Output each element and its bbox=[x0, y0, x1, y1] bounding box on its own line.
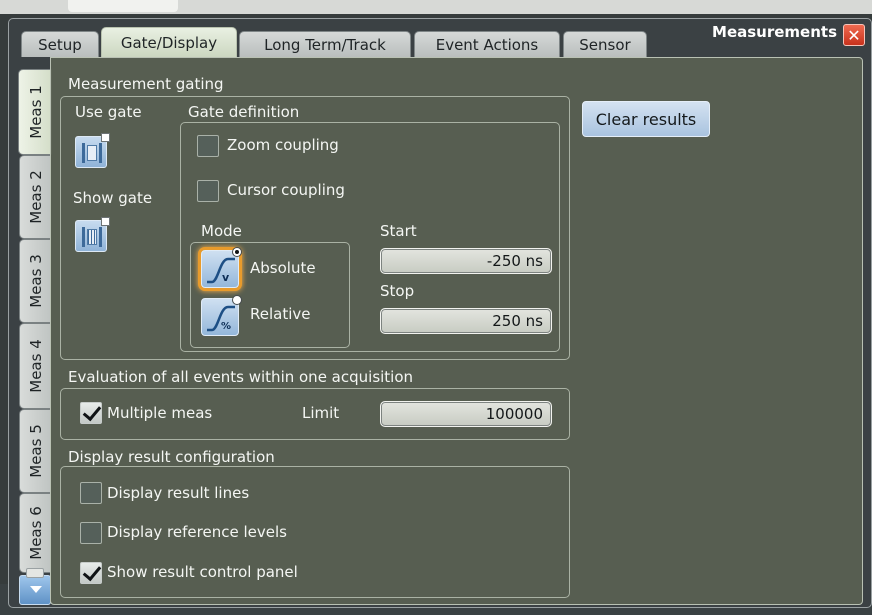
radio-indicator bbox=[232, 247, 242, 257]
show-gate-icon[interactable] bbox=[75, 217, 110, 252]
tab-long-term-track[interactable]: Long Term/Track bbox=[239, 31, 411, 57]
svg-text:v: v bbox=[222, 271, 230, 284]
display-result-lines-checkbox[interactable] bbox=[80, 482, 102, 504]
show-result-control-panel-label: Show result control panel bbox=[107, 563, 298, 581]
side-tab-label: Meas 3 bbox=[26, 254, 45, 308]
clear-results-button[interactable]: Clear results bbox=[582, 101, 710, 137]
limit-label: Limit bbox=[302, 404, 340, 422]
relative-mode-button[interactable]: % bbox=[201, 295, 242, 336]
gate-toggle-icon[interactable] bbox=[75, 133, 110, 168]
side-tab-label: Meas 2 bbox=[26, 170, 45, 224]
zoom-coupling-checkbox[interactable] bbox=[197, 135, 219, 157]
chevron-down-icon bbox=[30, 586, 42, 593]
show-gate-label: Show gate bbox=[73, 189, 153, 207]
toggle-indicator bbox=[101, 217, 110, 226]
side-tab-label: Meas 5 bbox=[26, 424, 45, 478]
tab-gate-display[interactable]: Gate/Display bbox=[101, 27, 237, 58]
close-icon[interactable]: ✕ bbox=[843, 24, 865, 46]
absolute-mode-button[interactable]: v bbox=[201, 247, 242, 288]
gate-line-icon bbox=[99, 227, 102, 247]
side-tab-label: Meas 6 bbox=[26, 506, 45, 560]
cursor-coupling-checkbox[interactable] bbox=[197, 180, 219, 202]
tab-setup[interactable]: Setup bbox=[21, 31, 99, 57]
gate-line-icon bbox=[82, 143, 85, 163]
gate-window-icon bbox=[87, 145, 97, 161]
stop-label: Stop bbox=[380, 282, 415, 300]
side-tab-label: Meas 1 bbox=[26, 85, 45, 139]
gate-line-icon bbox=[82, 227, 85, 247]
stop-value-field[interactable]: 250 ns bbox=[380, 308, 552, 334]
measurement-gating-heading: Measurement gating bbox=[68, 75, 224, 93]
scroll-knob[interactable] bbox=[26, 568, 44, 578]
gate-window-icon bbox=[87, 229, 97, 245]
svg-text:%: % bbox=[221, 321, 231, 332]
multiple-meas-label: Multiple meas bbox=[107, 404, 213, 422]
mode-label: Mode bbox=[201, 222, 242, 240]
side-tab-meas-1[interactable]: Meas 1 bbox=[18, 69, 52, 155]
tab-event-actions[interactable]: Event Actions bbox=[414, 31, 560, 57]
side-tab-meas-4[interactable]: Meas 4 bbox=[19, 323, 51, 409]
absolute-label: Absolute bbox=[250, 259, 316, 277]
tab-sensor[interactable]: Sensor bbox=[563, 31, 647, 57]
evaluation-heading: Evaluation of all events within one acqu… bbox=[68, 368, 414, 386]
radio-indicator bbox=[232, 295, 242, 305]
display-config-heading: Display result configuration bbox=[68, 448, 275, 466]
gate-line-icon bbox=[99, 143, 102, 163]
start-value-field[interactable]: -250 ns bbox=[380, 248, 552, 274]
start-label: Start bbox=[380, 222, 417, 240]
side-tab-meas-6[interactable]: Meas 6 bbox=[19, 493, 51, 573]
toggle-indicator bbox=[101, 133, 110, 142]
multiple-meas-checkbox[interactable] bbox=[80, 402, 102, 424]
dialog-title: Measurements bbox=[712, 23, 837, 41]
show-result-control-panel-checkbox[interactable] bbox=[80, 562, 102, 584]
side-tab-meas-5[interactable]: Meas 5 bbox=[19, 409, 51, 493]
cursor-coupling-label: Cursor coupling bbox=[227, 181, 345, 199]
display-reference-levels-label: Display reference levels bbox=[107, 523, 287, 541]
side-tabs-scroll-down-button[interactable] bbox=[19, 568, 51, 605]
display-result-lines-label: Display result lines bbox=[107, 484, 250, 502]
side-tab-meas-2[interactable]: Meas 2 bbox=[19, 155, 51, 239]
side-tab-label: Meas 4 bbox=[26, 339, 45, 393]
limit-value-field[interactable]: 100000 bbox=[380, 401, 552, 427]
side-tab-meas-3[interactable]: Meas 3 bbox=[19, 239, 51, 323]
zoom-coupling-label: Zoom coupling bbox=[227, 136, 339, 154]
measurements-dialog: Measurements ✕ Setup Gate/Display Long T… bbox=[8, 18, 872, 608]
use-gate-label: Use gate bbox=[75, 103, 142, 121]
gate-display-panel: Measurement gating Use gate Show gate Ga… bbox=[50, 57, 863, 605]
gate-definition-label: Gate definition bbox=[188, 103, 300, 121]
display-reference-levels-checkbox[interactable] bbox=[80, 522, 102, 544]
relative-label: Relative bbox=[250, 305, 311, 323]
background-tab bbox=[68, 0, 178, 12]
